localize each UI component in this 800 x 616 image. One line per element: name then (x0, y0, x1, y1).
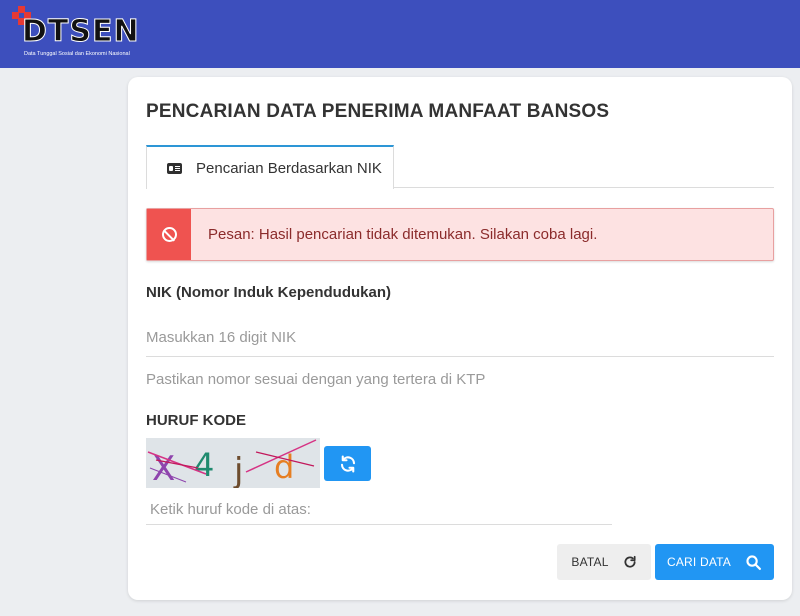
search-button-label: CARI DATA (666, 555, 732, 569)
captcha-image: X 4 j d (146, 438, 320, 491)
nik-input[interactable] (146, 319, 774, 357)
error-alert: Pesan: Hasil pencarian tidak ditemukan. … (146, 208, 774, 261)
captcha-label: HURUF KODE (146, 412, 246, 429)
nik-label: NIK (Nomor Induk Kependudukan) (146, 284, 391, 301)
alert-message: Pesan: Hasil pencarian tidak ditemukan. … (208, 226, 598, 243)
refresh-icon (340, 454, 355, 473)
nik-help-text: Pastikan nomor sesuai dengan yang terter… (146, 371, 486, 388)
tab-label: Pencarian Berdasarkan NIK (196, 159, 382, 177)
alert-icon-stripe (147, 209, 191, 260)
search-icon (745, 554, 762, 571)
id-card-icon (167, 162, 182, 174)
dtsen-logo[interactable]: DTSEN Data Tunggal Sosial dan Ekonomi Na… (12, 6, 142, 62)
logo-tagline: Data Tunggal Sosial dan Ekonomi Nasional (24, 51, 130, 57)
page-title: PENCARIAN DATA PENERIMA MANFAAT BANSOS (146, 101, 610, 122)
search-card: PENCARIAN DATA PENERIMA MANFAAT BANSOS P… (128, 77, 792, 600)
captcha-char: d (274, 448, 294, 486)
captcha-char: 4 (194, 446, 214, 484)
tab-search-by-nik[interactable]: Pencarian Berdasarkan NIK (146, 145, 394, 189)
captcha-input[interactable] (146, 495, 612, 525)
tab-bar: Pencarian Berdasarkan NIK (146, 145, 774, 189)
logo-wordmark: DTSEN (22, 14, 140, 49)
top-header: DTSEN Data Tunggal Sosial dan Ekonomi Na… (0, 0, 800, 68)
captcha-graphic: X 4 j d (147, 439, 317, 491)
cancel-button-label: BATAL (571, 555, 609, 569)
captcha-char: j (233, 451, 243, 488)
search-button[interactable]: CARI DATA (655, 544, 774, 580)
cancel-button[interactable]: BATAL (557, 544, 651, 580)
refresh-icon (623, 555, 637, 569)
ban-icon (161, 227, 177, 242)
captcha-refresh-button[interactable] (324, 446, 371, 481)
